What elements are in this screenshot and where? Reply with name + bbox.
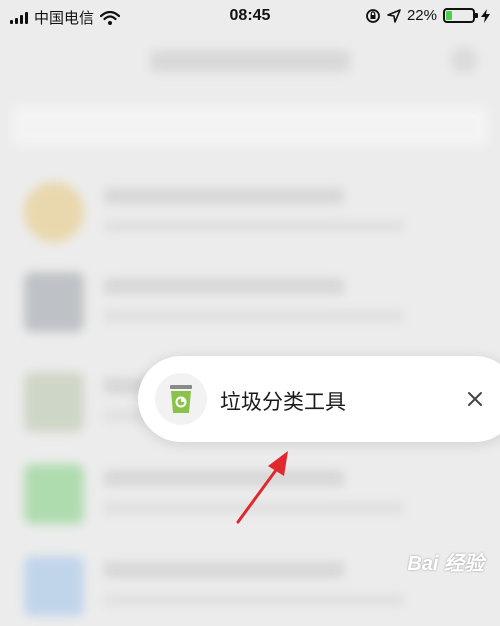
baidu-watermark: Bai 经验	[407, 547, 484, 576]
watermark-text: Bai 经验	[407, 553, 484, 575]
annotation-arrow	[236, 451, 288, 524]
